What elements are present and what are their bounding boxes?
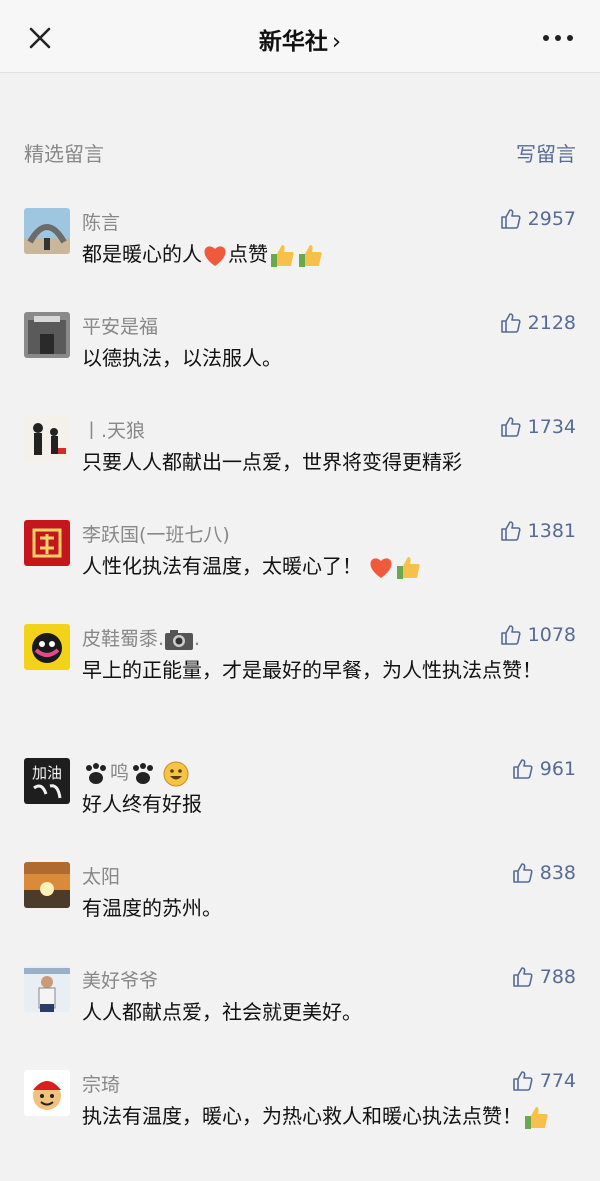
nickname: 李跃国(一班七八) [82, 524, 230, 546]
like-count: 1381 [527, 520, 576, 542]
comment-text: 只要人人都献出一点爱，世界将变得更精彩 [82, 450, 462, 474]
avatar[interactable] [24, 416, 70, 462]
like-count: 1078 [527, 624, 576, 646]
like-button[interactable]: 1734 [500, 416, 576, 438]
thumbs-up-icon [512, 759, 533, 779]
account-title[interactable]: 新华社 › [0, 22, 600, 56]
red-character-icon [24, 520, 70, 566]
comment-text-part: 都是暖心的人 [82, 242, 202, 266]
more-icon [543, 35, 573, 41]
nickname-suffix: . [194, 628, 201, 650]
like-button[interactable]: 774 [512, 1070, 576, 1092]
heart-icon [370, 557, 392, 578]
like-button[interactable]: 1078 [500, 624, 576, 646]
comment-text: 人人都献点爱，社会就更美好。 [82, 1000, 362, 1024]
thumbs-up-icon [512, 863, 533, 883]
smiley-icon [163, 761, 189, 786]
comment-text: 执法有温度，暖心，为热心救人和暖心执法点赞！ [82, 1100, 576, 1132]
man-portrait-icon [24, 966, 70, 1012]
comment-text-part: 执法有温度，暖心，为热心救人和暖心执法点赞！ [82, 1104, 522, 1128]
nickname: 美好爷爷 [82, 970, 159, 992]
rainbow-arch-icon [24, 208, 70, 254]
avatar[interactable]: 加油 [24, 758, 70, 804]
comment-text: 早上的正能量，才是最好的早餐，为人性执法点赞！ [82, 658, 542, 682]
like-button[interactable]: 788 [512, 966, 576, 988]
paw-print-icon [133, 762, 154, 784]
write-comment-link[interactable]: 写留言 [516, 138, 576, 167]
thumbs-up-emoji-icon [397, 556, 421, 579]
nickname: 平安是福 [82, 316, 159, 338]
cartoon-character-icon [24, 624, 70, 670]
thumbs-up-icon [500, 313, 521, 333]
section-header: 精选留言 写留言 [24, 138, 576, 168]
nickname-text: 皮鞋蜀黍. [82, 628, 165, 650]
more-button[interactable] [540, 24, 576, 52]
comment-text-part: 点赞 [228, 242, 268, 266]
chevron-right-icon: › [331, 29, 342, 55]
like-count: 961 [539, 758, 576, 780]
thumbs-up-emoji-icon [271, 244, 294, 267]
thumbs-up-emoji-icon [299, 244, 322, 267]
avatar[interactable] [24, 312, 70, 358]
comment-text: 有温度的苏州。 [82, 896, 222, 920]
nickname: 鸣 [82, 758, 189, 787]
nickname: 太阳 [82, 866, 121, 888]
comment-text: 都是暖心的人 点赞 [82, 238, 576, 270]
thumbs-up-emoji-icon [525, 1106, 548, 1129]
like-count: 2128 [527, 312, 576, 334]
nickname-text: 鸣 [110, 762, 130, 784]
avatar[interactable] [24, 1070, 70, 1116]
like-count: 1734 [527, 416, 576, 438]
avatar[interactable] [24, 208, 70, 254]
like-button[interactable]: 838 [512, 862, 576, 884]
camera-icon [165, 629, 194, 650]
avatar[interactable] [24, 862, 70, 908]
thumbs-up-icon [500, 521, 521, 541]
heart-icon [204, 245, 226, 266]
thumbs-up-icon [500, 625, 521, 645]
like-count: 838 [539, 862, 576, 884]
nickname: 丨.天狼 [82, 420, 146, 442]
nickname: 宗琦 [82, 1074, 121, 1096]
avatar[interactable] [24, 520, 70, 566]
section-title: 精选留言 [24, 142, 104, 166]
like-count: 788 [539, 966, 576, 988]
thumbs-up-icon [500, 209, 521, 229]
silhouette-icon [24, 416, 70, 462]
top-bar: 新华社 › [0, 0, 600, 73]
paw-print-icon [86, 762, 106, 784]
like-count: 2957 [527, 208, 576, 230]
like-button[interactable]: 2128 [500, 312, 576, 334]
thumbs-up-icon [512, 1071, 533, 1091]
like-count: 774 [539, 1070, 576, 1092]
nickname: 皮鞋蜀黍.. [82, 624, 200, 651]
account-name: 新华社 [258, 29, 328, 55]
avatar[interactable] [24, 624, 70, 670]
thumbs-up-icon [512, 967, 533, 987]
sunset-icon [24, 862, 70, 908]
like-button[interactable]: 961 [512, 758, 576, 780]
comment-text: 好人终有好报 [82, 792, 202, 816]
comment-text: 以德执法，以法服人。 [82, 346, 282, 370]
nickname: 陈言 [82, 212, 121, 234]
comment-text: 人性化执法有温度，太暖心了！ [82, 550, 576, 582]
thumbs-up-icon [500, 417, 521, 437]
like-button[interactable]: 2957 [500, 208, 576, 230]
comment-text-part: 人性化执法有温度，太暖心了！ [82, 554, 362, 578]
calligraphy-icon: 加油 [24, 758, 70, 804]
avatar[interactable] [24, 966, 70, 1012]
avatar-text: 加油 [32, 764, 62, 782]
building-gate-icon [24, 312, 70, 358]
cartoon-boy-icon [24, 1070, 70, 1116]
like-button[interactable]: 1381 [500, 520, 576, 542]
